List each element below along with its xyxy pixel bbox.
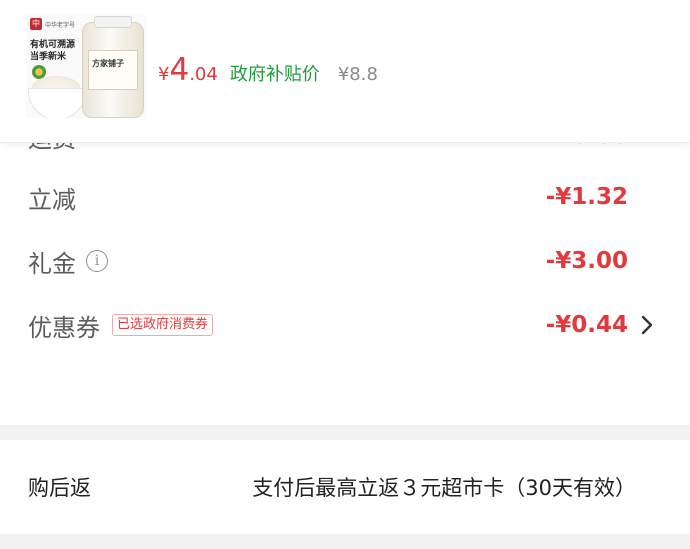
coupon-value: -¥0.44 [545, 312, 628, 338]
rice-bowl [28, 88, 86, 118]
coupon-label: 优惠券 [28, 313, 100, 342]
order-summary-screen: 运费 ¥0.00 中 中华老字号 有机可溯源 当季新米 方家铺子 ¥ 4 .04… [0, 0, 690, 549]
subsidy-price-tag: 政府补贴价 [229, 64, 320, 85]
coupon-badge: 已选政府消费券 [112, 314, 214, 336]
bottle-label-text: 方家铺子 [92, 59, 124, 68]
gift-cash-label: 礼金 [28, 249, 76, 278]
section-divider [0, 425, 690, 440]
coupon-row[interactable]: 优惠券 已选政府消费券 -¥0.44 [0, 301, 690, 349]
bottle-label [88, 50, 138, 90]
rebate-description: 支付后最高立返３元超市卡（30天有效） [252, 476, 636, 500]
gift-cash-label-group: 礼金 i [28, 237, 108, 285]
bottom-divider [0, 534, 690, 549]
instant-discount-value: -¥1.32 [545, 184, 628, 210]
brand-logo-mark: 中 [30, 18, 42, 30]
brand-logo: 中 中华老字号 [30, 18, 75, 30]
bottle-cap [94, 16, 132, 28]
rebate-row: 购后返 支付后最高立返３元超市卡（30天有效） [0, 440, 690, 534]
gift-cash-row: 礼金 i -¥3.00 [0, 237, 690, 285]
coupon-label-group: 优惠券 已选政府消费券 [28, 301, 214, 349]
product-header: 中 中华老字号 有机可溯源 当季新米 方家铺子 ¥ 4 .04 政府补贴价 ¥8… [0, 0, 690, 143]
price-row: ¥ 4 .04 政府补贴价 ¥8.8 [158, 52, 378, 92]
price-integer: 4 [169, 52, 190, 88]
price-currency: ¥ [158, 64, 170, 85]
chevron-right-icon[interactable] [636, 314, 658, 336]
product-thumbnail: 中 中华老字号 有机可溯源 当季新米 方家铺子 [26, 14, 146, 118]
original-price: ¥8.8 [337, 64, 378, 85]
gift-cash-value: -¥3.00 [545, 248, 628, 274]
instant-discount-row: 立减 -¥1.32 [0, 173, 690, 221]
thumb-caption-2: 当季新米 [30, 52, 67, 62]
rebate-label: 购后返 [28, 476, 91, 500]
brand-logo-text: 中华老字号 [45, 21, 76, 29]
price-decimal: .04 [189, 64, 218, 85]
instant-discount-label: 立减 [28, 185, 76, 214]
info-icon[interactable]: i [86, 250, 108, 272]
